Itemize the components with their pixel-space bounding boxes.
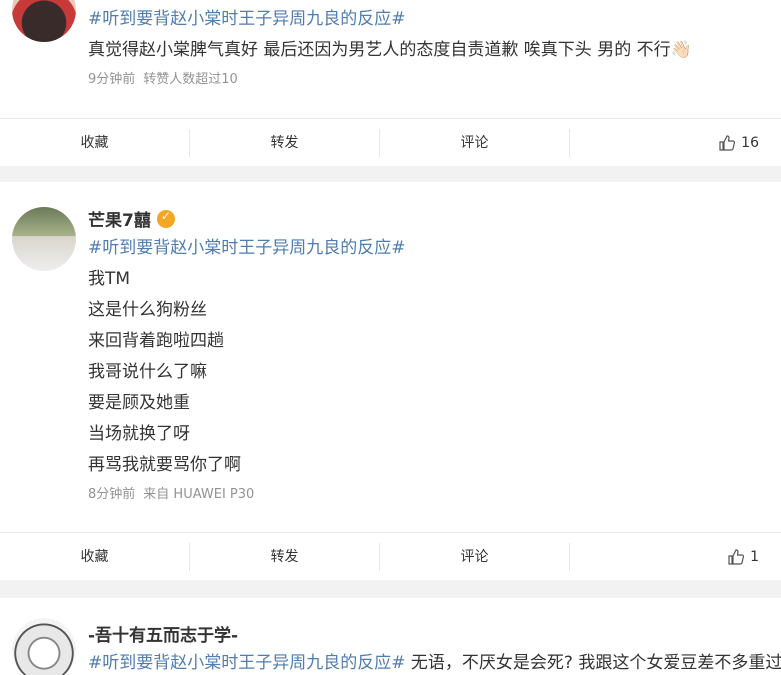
thumbs-up-icon [728,548,745,565]
post-line: 我TM [88,269,131,289]
avatar[interactable] [12,0,76,42]
post-content: #听到要背赵小棠时王子异周九良的反应# 真觉得赵小棠脾气真好 最后还因为男艺人的… [88,4,781,87]
username-text[interactable]: 芒果7囍 [88,206,151,231]
post-line: #听到要背赵小棠时王子异周九良的反应# 无语，不厌女是会死? 我跟这个女爱豆差不… [88,648,781,675]
post-line: 要是顾及她重 [88,393,190,413]
repost-button[interactable]: 转发 [189,542,379,571]
avatar[interactable] [12,618,76,675]
topic-link[interactable]: #听到要背赵小棠时王子异周九良的反应# [88,238,406,258]
username-text[interactable]: -吾十有五而志于学- [88,621,238,646]
avatar[interactable] [12,207,76,271]
post-source: 来自 HUAWEI P30 [143,487,255,502]
post-line: 真觉得赵小棠脾气真好 最后还因为男艺人的态度自责道歉 唉真下头 男的 不行👋🏻 [88,35,781,66]
post-line: 再骂我就要骂你了啊 [88,455,241,475]
post-line: #听到要背赵小棠时王子异周九良的反应# [88,233,781,264]
post-text: 真觉得赵小棠脾气真好 最后还因为男艺人的态度自责道歉 唉真下头 男的 不行👋🏻 [88,40,692,60]
post-line: 这是什么狗粉丝 [88,300,207,320]
like-button[interactable]: 1 [569,542,781,571]
post-time[interactable]: 8分钟前 [88,487,135,502]
post-stat: 转赞人数超过10 [143,72,238,87]
post-content: #听到要背赵小棠时王子异周九良的反应# 无语，不厌女是会死? 我跟这个女爱豆差不… [88,648,781,675]
topic-link[interactable]: #听到要背赵小棠时王子异周九良的反应# [88,9,406,29]
comment-button[interactable]: 评论 [379,542,569,571]
comment-button[interactable]: 评论 [379,128,569,157]
post-card: 芒果7囍 #听到要背赵小棠时王子异周九良的反应# 我TM 这是什么狗粉丝 来回背… [0,182,781,532]
topic-link[interactable]: #听到要背赵小棠时王子异周九良的反应# [88,653,406,673]
username[interactable]: 芒果7囍 [88,206,175,231]
post-card: #听到要背赵小棠时王子异周九良的反应# 真觉得赵小棠脾气真好 最后还因为男艺人的… [0,0,781,118]
like-button[interactable]: 16 [569,128,781,157]
post-text: 无语，不厌女是会死? 我跟这个女爱豆差不多重过 [405,653,781,673]
post-time[interactable]: 9分钟前 [88,72,135,87]
username[interactable]: -吾十有五而志于学- [88,621,238,646]
collect-button[interactable]: 收藏 [0,543,189,571]
post-card: -吾十有五而志于学- #听到要背赵小棠时王子异周九良的反应# 无语，不厌女是会死… [0,598,781,675]
action-bar: 收藏 转发 评论 16 [0,118,781,166]
post-line: 我哥说什么了嘛 [88,362,207,382]
post-line: #听到要背赵小棠时王子异周九良的反应# [88,4,781,35]
like-count: 16 [741,134,759,151]
thumbs-up-icon [719,134,736,151]
post-meta: 8分钟前 来自 HUAWEI P30 [88,483,781,502]
action-bar: 收藏 转发 评论 1 [0,532,781,580]
repost-button[interactable]: 转发 [189,128,379,157]
post-meta: 9分钟前 转赞人数超过10 [88,68,781,87]
collect-button[interactable]: 收藏 [0,129,189,157]
post-line: 当场就换了呀 [88,424,190,444]
like-count: 1 [750,548,759,565]
verified-badge-icon [156,209,175,228]
post-content: #听到要背赵小棠时王子异周九良的反应# 我TM 这是什么狗粉丝 来回背着跑啦四趟… [88,233,781,502]
post-line: 来回背着跑啦四趟 [88,331,224,351]
